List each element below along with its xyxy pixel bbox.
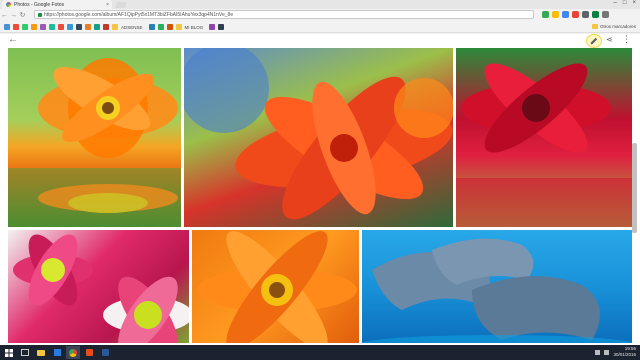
tab-photos[interactable]: Photos - Google Fotos × [2, 0, 112, 9]
bookmark-favicon-icon[interactable] [157, 24, 164, 30]
bookmark-favicon-icon[interactable] [175, 24, 182, 30]
tab-title: Photos - Google Fotos [14, 1, 65, 8]
word-icon [101, 349, 109, 356]
task-view-button[interactable] [18, 346, 32, 359]
photos-header: ← ⋖ ⋮ [0, 34, 640, 48]
scrollbar[interactable] [632, 143, 637, 233]
extension-icon[interactable] [582, 11, 589, 18]
start-button[interactable] [2, 346, 16, 359]
bookmark-favicon-icon[interactable] [76, 24, 82, 30]
bookmark-favicon-icon[interactable] [218, 24, 225, 30]
bookmark-favicon-icon[interactable] [13, 24, 19, 30]
photo-orange-gerbera-closeup[interactable] [192, 230, 359, 343]
menu-icon[interactable] [602, 11, 609, 18]
new-tab-button[interactable] [114, 2, 128, 8]
bookmarks-bar: ADSENSE MI BLOG Otros marcadores [0, 22, 640, 33]
red-flower-image [184, 48, 453, 220]
clock-date: 30/01/2016 [613, 352, 636, 357]
address-bar[interactable]: https://photos.google.com/album/AF1QipPy… [34, 10, 534, 19]
share-icon[interactable]: ⋖ [606, 35, 613, 44]
bookmark-favicon-icon[interactable] [166, 24, 173, 30]
bookmark-favicon-icon[interactable] [40, 24, 46, 30]
browser-toolbar: ← → ↻ https://photos.google.com/album/AF… [0, 9, 640, 21]
taskbar-explorer[interactable] [34, 346, 48, 359]
pink-flower-image [13, 234, 189, 343]
orange-flower-image [8, 58, 181, 227]
google-photos-favicon-icon [6, 2, 11, 7]
bookmark-favicon-icon[interactable] [103, 24, 109, 30]
bookmark-favicon-icon[interactable] [22, 24, 28, 30]
volume-icon[interactable] [604, 349, 610, 355]
task-view-icon [21, 349, 29, 356]
extension-icon[interactable] [572, 11, 579, 18]
chrome-icon [69, 348, 77, 357]
reload-button[interactable]: ↻ [18, 11, 27, 19]
photo-red-gerbera-dew[interactable] [184, 48, 453, 227]
browser-chrome: Photos - Google Fotos × – □ × ← → ↻ http… [0, 0, 640, 34]
bookmark-favicon-icon[interactable] [209, 24, 216, 30]
tab-close-icon[interactable]: × [106, 2, 109, 8]
bookmark-favicon-icon[interactable] [85, 24, 91, 30]
bookmark-favicon-icon[interactable] [4, 24, 10, 30]
clock[interactable]: 19:56 30/01/2016 [613, 346, 636, 358]
lock-icon [38, 12, 42, 17]
windows-logo-icon [5, 348, 13, 357]
crimson-flower-image [456, 63, 632, 227]
more-options-icon[interactable]: ⋮ [622, 34, 631, 45]
folder-icon [591, 24, 598, 29]
system-tray: 19:56 30/01/2016 [595, 346, 636, 358]
network-icon[interactable] [595, 349, 601, 355]
url-text: https://photos.google.com/album/AF1QipPy… [44, 11, 234, 18]
back-arrow-icon[interactable]: ← [8, 34, 18, 45]
taskbar-app[interactable] [50, 346, 64, 359]
photo-dolphins[interactable] [362, 230, 632, 343]
photo-gallery [0, 48, 640, 343]
edit-button[interactable] [586, 34, 602, 48]
forward-button[interactable]: → [9, 12, 18, 19]
app-icon [53, 349, 61, 356]
bookmark-favicon-icon[interactable] [148, 24, 155, 30]
bookmark-favicon-icon[interactable] [67, 24, 73, 30]
bookmark-favicon-icon[interactable] [112, 24, 118, 30]
photo-pink-daisies[interactable] [8, 230, 189, 343]
photo-crimson-flower-water[interactable] [456, 48, 632, 227]
other-bookmarks[interactable]: Otros marcadores [591, 24, 636, 29]
minimize-button[interactable]: – [614, 0, 617, 6]
extension-icon[interactable] [592, 11, 599, 18]
bookmark-favicon-icon[interactable] [49, 24, 55, 30]
bookmark-favicon-icon[interactable] [94, 24, 100, 30]
orange-closeup-image [197, 231, 357, 343]
folder-icon [37, 349, 45, 356]
extension-icon[interactable] [552, 11, 559, 18]
back-button[interactable]: ← [0, 12, 9, 19]
photo-orange-gerbera-reflection[interactable] [8, 48, 181, 227]
extension-icon[interactable] [542, 11, 549, 18]
taskbar-media[interactable] [82, 346, 96, 359]
close-window-button[interactable]: × [632, 0, 636, 6]
bookmark-favicon-icon[interactable] [31, 24, 37, 30]
extension-icon[interactable] [562, 11, 569, 18]
other-bookmarks-label: Otros marcadores [599, 24, 636, 29]
tab-strip: Photos - Google Fotos × – □ × [0, 0, 640, 9]
bookmark-label[interactable]: ADSENSE [121, 25, 143, 30]
dolphins-image [362, 238, 632, 343]
media-icon [85, 349, 93, 356]
bookmark-favicon-icon[interactable] [58, 24, 64, 30]
window-controls: – □ × [614, 0, 636, 6]
windows-taskbar: 19:56 30/01/2016 [0, 345, 640, 360]
bookmark-label[interactable]: MI BLOG [185, 25, 204, 30]
taskbar-word[interactable] [98, 346, 112, 359]
pencil-icon [590, 37, 598, 45]
maximize-button[interactable]: □ [623, 0, 627, 6]
taskbar-chrome[interactable] [66, 346, 80, 359]
extension-icons [542, 11, 609, 18]
